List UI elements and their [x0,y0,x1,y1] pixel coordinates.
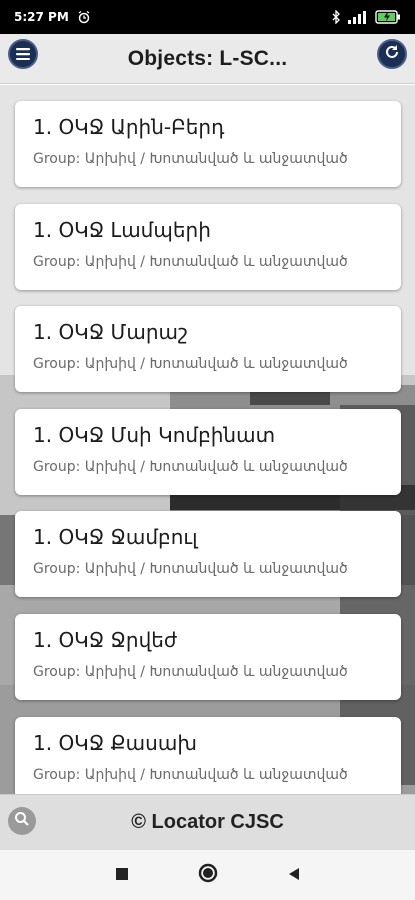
menu-button[interactable] [8,39,38,69]
battery-charging-icon [375,10,401,24]
list-item[interactable]: 1. ՕԿՋ Ջամբուլ Group: Արխիվ / Խոտանված և… [15,511,401,597]
object-title: 1. ՕԿՋ Ջրվեժ [33,628,178,652]
refresh-icon [384,44,400,64]
object-group: Group: Արխիվ / Խոտանված և անջատված [33,561,348,577]
refresh-button[interactable] [377,39,407,69]
menu-icon [16,45,30,64]
object-title: 1. ՕԿՋ Մսի Կոմբինատ [33,423,276,447]
alarm-icon [77,10,91,24]
object-group: Group: Արխիվ / Խոտանված և անջատված [33,356,348,372]
object-title: 1. ՕԿՋ Լամպերի [33,218,211,242]
object-title: 1. ՕԿՋ Ջամբուլ [33,525,198,549]
triangle-back-icon [287,866,301,885]
search-button[interactable] [8,807,36,835]
system-nav-bar [0,850,415,900]
list-item[interactable]: 1. ՕԿՋ Ջրվեժ Group: Արխիվ / Խոտանված և ա… [15,614,401,700]
object-group: Group: Արխիվ / Խոտանված և անջատված [33,767,348,783]
search-icon [14,811,30,831]
object-group: Group: Արխիվ / Խոտանված և անջատված [33,664,348,680]
page-title: Objects: L-SC... [127,46,288,70]
status-time: 5:27 PM [14,10,69,24]
list-item[interactable]: 1. ՕԿՋ Մարաշ Group: Արխիվ / Խոտանված և ա… [15,306,401,392]
status-bar: 5:27 PM [0,0,415,34]
home-button[interactable] [165,850,251,900]
back-button[interactable] [251,850,337,900]
signal-icon [347,10,369,24]
list-item[interactable]: 1. ՕԿՋ Լամպերի Group: Արխիվ / Խոտանված և… [15,204,401,290]
list-item[interactable]: 1. ՕԿՋ Մսի Կոմբինատ Group: Արխիվ / Խոտան… [15,409,401,495]
list-item[interactable]: 1. ՕԿՋ Արին-Բերդ Group: Արխիվ / Խոտանված… [15,101,401,187]
object-list-area[interactable]: 1. ՕԿՋ Արին-Բերդ Group: Արխիվ / Խոտանված… [0,85,415,794]
square-icon [115,866,129,885]
object-group: Group: Արխիվ / Խոտանված և անջատված [33,254,348,270]
app-header: Objects: L-SC... [0,34,415,84]
recents-button[interactable] [79,850,165,900]
copyright-text: © Locator CJSC [131,811,284,833]
app-footer: © Locator CJSC [0,794,415,850]
object-title: 1. ՕԿՋ Արին-Բերդ [33,115,225,139]
circle-icon [198,863,218,887]
object-title: 1. ՕԿՋ Քասախ [33,731,197,755]
object-group: Group: Արխիվ / Խոտանված և անջատված [33,151,348,167]
object-group: Group: Արխիվ / Խոտանված և անջատված [33,459,348,475]
list-item[interactable]: 1. ՕԿՋ Քասախ Group: Արխիվ / Խոտանված և ա… [15,717,401,794]
bluetooth-icon [331,10,341,24]
object-title: 1. ՕԿՋ Մարաշ [33,320,188,344]
